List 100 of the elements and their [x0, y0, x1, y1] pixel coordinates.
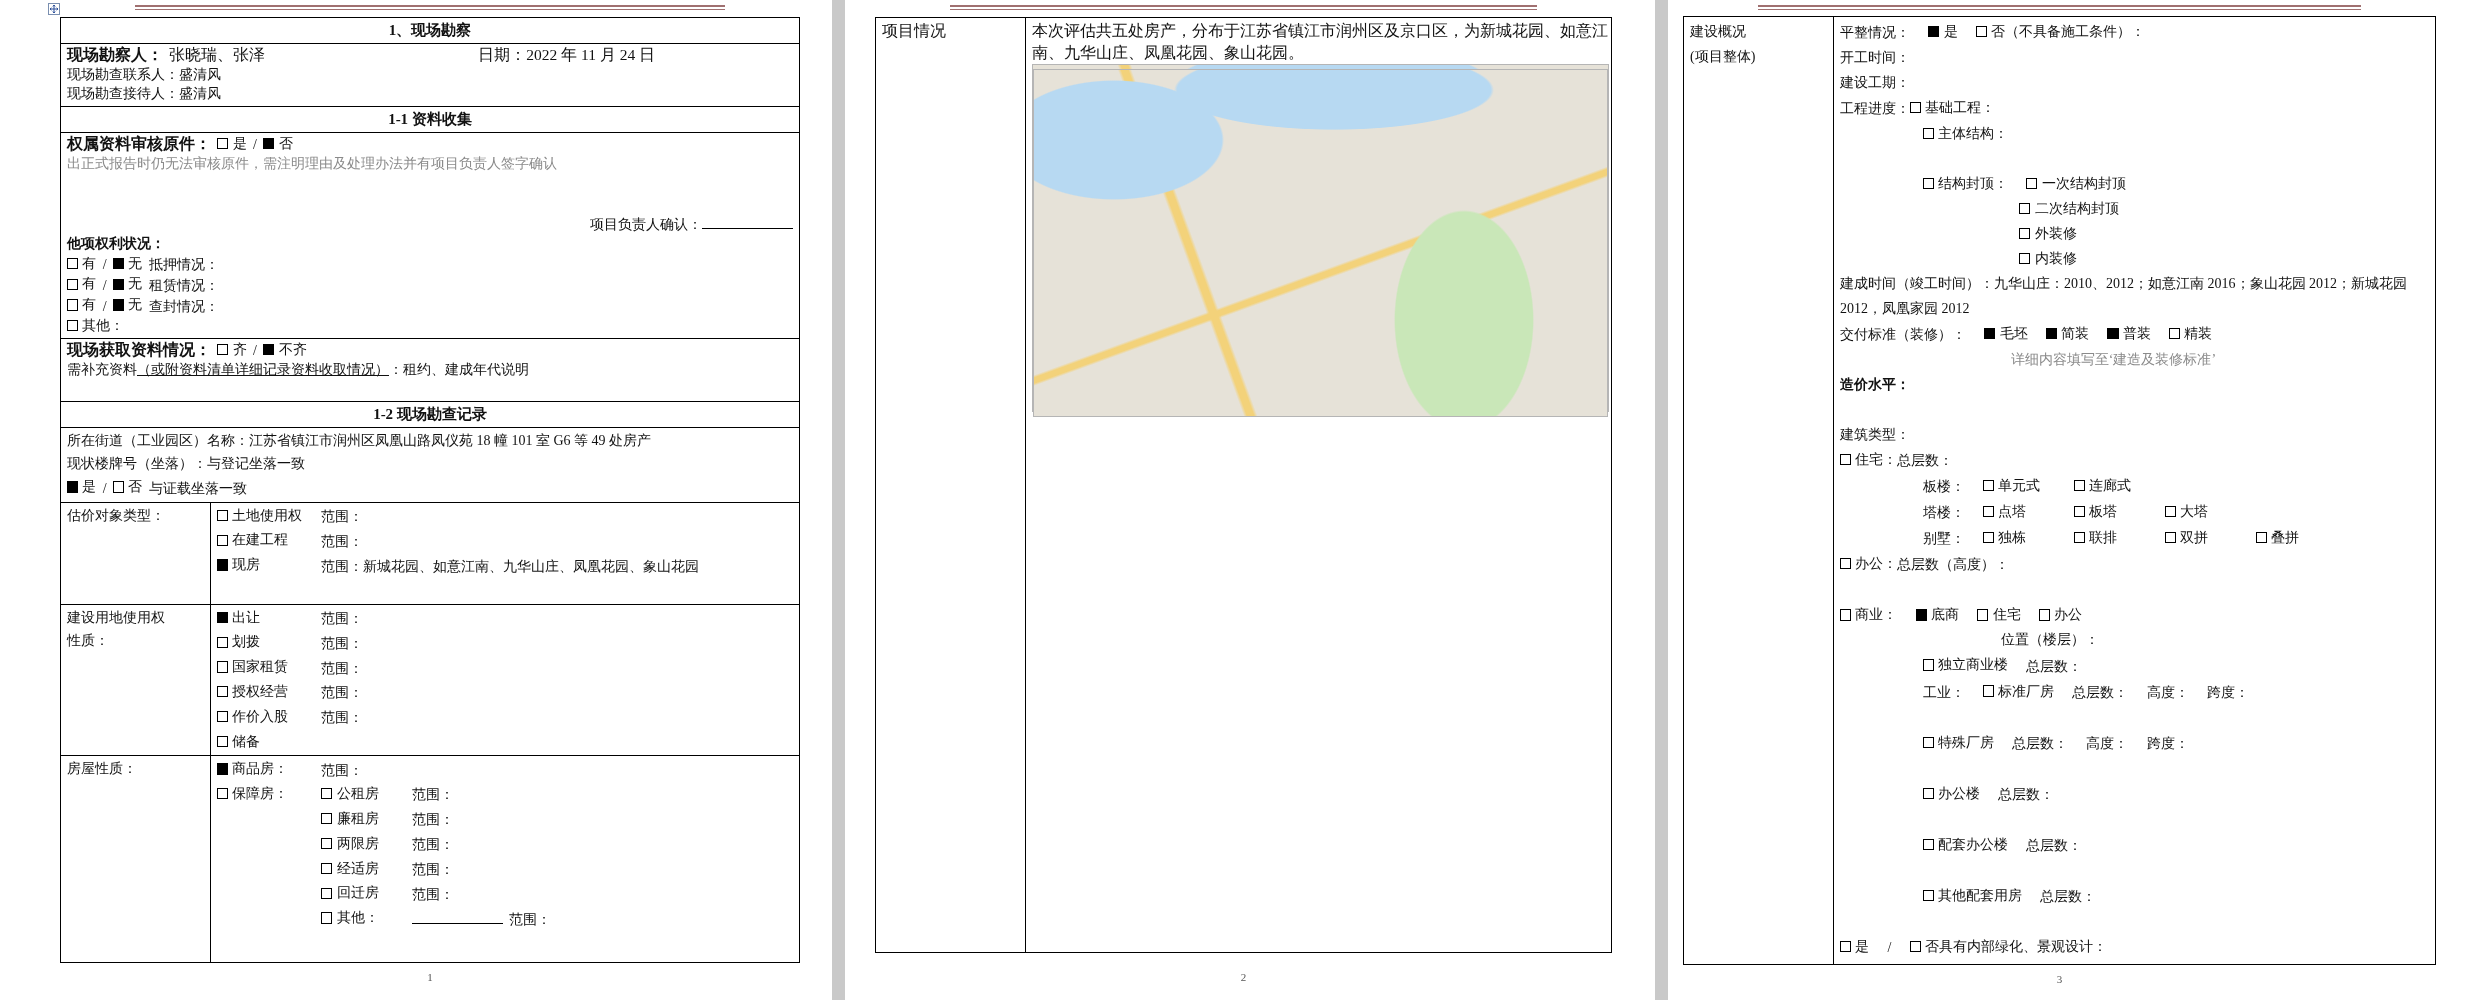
- checkbox[interactable]: 廉租房: [321, 806, 406, 831]
- checkbox[interactable]: 联排: [2073, 525, 2147, 551]
- checkbox[interactable]: 毛坯: [1984, 320, 2028, 346]
- checkbox[interactable]: 双拼: [2164, 525, 2238, 551]
- field-label: 权属资料审核原件：: [67, 133, 211, 154]
- form-text: /: [102, 297, 107, 316]
- checkbox[interactable]: 回迁房: [321, 881, 406, 905]
- form-text: 所在街道（工业园区）名称：江苏省镇江市润州区凤凰山路凤仪苑 18 幢 101 室 G6 等 49 处房产: [67, 432, 652, 451]
- checkbox[interactable]: 出让: [217, 605, 315, 630]
- checkbox[interactable]: 无: [112, 253, 143, 274]
- form-text: 总层数：: [1998, 785, 2055, 804]
- checkbox[interactable]: 办公：: [1840, 551, 1898, 577]
- checkbox[interactable]: 经适房: [321, 856, 406, 881]
- checkbox[interactable]: 储备: [217, 729, 315, 754]
- checkbox[interactable]: 有: [67, 295, 97, 315]
- checkbox[interactable]: 配套办公楼: [1922, 831, 2008, 857]
- checkbox[interactable]: 不齐: [263, 339, 307, 360]
- section-heading: 1、现场勘察: [387, 21, 473, 40]
- form-text: 范围：: [321, 507, 364, 526]
- checkbox[interactable]: 一次结构封顶: [2026, 170, 2126, 196]
- checkbox[interactable]: 精装: [2168, 320, 2213, 346]
- checkbox[interactable]: 大塔: [2164, 499, 2238, 525]
- checkbox[interactable]: 基础工程：: [1910, 94, 1996, 120]
- form-text: 抵押情况：: [148, 255, 219, 274]
- checkbox[interactable]: 授权经营: [217, 680, 315, 704]
- checkbox[interactable]: 其他：: [67, 316, 125, 336]
- move-handle-icon[interactable]: [48, 3, 60, 15]
- form-text: 跨度：: [2146, 734, 2189, 753]
- form-text: 范围：: [411, 885, 454, 904]
- form-text: 范围：: [411, 786, 454, 805]
- checkbox[interactable]: 无: [112, 295, 143, 315]
- checkbox[interactable]: 有: [67, 274, 97, 294]
- form-text: 工业：: [1922, 683, 1965, 702]
- form-text: 范围：: [411, 836, 454, 855]
- checkbox[interactable]: 否: [263, 133, 293, 153]
- checkbox[interactable]: 内装修: [2019, 245, 2077, 271]
- checkbox[interactable]: 连廊式: [2073, 473, 2147, 499]
- form-text: 建设概况: [1690, 22, 1746, 41]
- checkbox[interactable]: 否（不具备施工条件）：: [1975, 18, 2146, 44]
- checkbox[interactable]: 国家租赁: [217, 655, 315, 679]
- checkbox[interactable]: 叠拼: [2255, 525, 2329, 551]
- checkbox[interactable]: 住宅: [1977, 602, 2021, 628]
- form-text: 范围：: [321, 659, 364, 678]
- checkbox[interactable]: 其他配套用房: [1922, 882, 2022, 908]
- form-text: 交付标准（装修）：: [1840, 326, 1966, 344]
- checkbox[interactable]: 是: [67, 475, 97, 499]
- checkbox[interactable]: 保障房：: [217, 782, 315, 806]
- checkbox[interactable]: 土地使用权: [217, 503, 315, 527]
- checkbox[interactable]: 商业：: [1840, 602, 1898, 628]
- checkbox[interactable]: 划拨: [217, 630, 315, 654]
- checkbox[interactable]: 是: [217, 133, 247, 153]
- checkbox[interactable]: 齐: [217, 339, 247, 360]
- checkbox[interactable]: 结构封顶：: [1922, 170, 2008, 196]
- checkbox[interactable]: 在建工程: [217, 528, 315, 552]
- form-text: 范围：: [321, 609, 364, 628]
- form-text: 高度：: [2086, 734, 2129, 753]
- form-text: 范围：: [321, 709, 364, 728]
- checkbox[interactable]: 二次结构封顶: [2019, 195, 2119, 221]
- checkbox[interactable]: 主体结构：: [1922, 120, 2008, 146]
- checkbox[interactable]: 是: [1928, 18, 1958, 44]
- form-text: 房屋性质：: [67, 760, 137, 779]
- checkbox[interactable]: 标准厂房: [1982, 678, 2055, 704]
- checkbox[interactable]: 作价入股: [217, 704, 315, 729]
- checkbox[interactable]: 底商: [1915, 602, 1959, 628]
- checkbox[interactable]: 办公楼: [1922, 780, 1980, 806]
- checkbox[interactable]: 点塔: [1982, 499, 2056, 525]
- checkbox[interactable]: 独立商业楼: [1922, 652, 2008, 678]
- checkbox[interactable]: 否: [112, 475, 143, 499]
- form-text: 范围：新城花园、如意江南、九华山庄、凤凰花园、象山花园: [321, 557, 700, 576]
- checkbox[interactable]: 公租房: [321, 782, 406, 806]
- checkbox[interactable]: 有: [67, 253, 97, 274]
- hint-text: 出正式报告时仍无法审核原件，需注明理由及处理办法并有项目负责人签字确认: [67, 155, 557, 174]
- checkbox[interactable]: 普装: [2107, 320, 2151, 346]
- checkbox[interactable]: 板塔: [2073, 499, 2147, 525]
- checkbox[interactable]: 否具有内部绿化、景观设计：: [1909, 934, 2107, 960]
- form-text: 范围：: [321, 684, 364, 703]
- checkbox[interactable]: 其他：: [321, 906, 406, 930]
- checkbox[interactable]: 办公: [2038, 602, 2083, 628]
- checkbox[interactable]: 是: [1840, 934, 1870, 960]
- page-number: 1: [427, 971, 433, 983]
- form-text: 塔楼：: [1922, 504, 1965, 523]
- form-text: ：租约、建成年代说明: [389, 361, 529, 380]
- checkbox[interactable]: 两限房: [321, 831, 406, 856]
- form-text: 现场勘查联系人：盛清风: [67, 65, 221, 84]
- form-text: 与证载坐落一致: [148, 479, 247, 498]
- checkbox[interactable]: 特殊厂房: [1922, 729, 1994, 755]
- form-text: 平整情况：: [1840, 23, 1910, 42]
- form-text: 需补充资料: [67, 361, 137, 380]
- field-label: 造价水平：: [1840, 376, 1910, 394]
- checkbox[interactable]: 外装修: [2019, 220, 2077, 246]
- checkbox[interactable]: 单元式: [1982, 473, 2056, 499]
- checkbox[interactable]: 现房: [217, 553, 315, 577]
- checkbox[interactable]: 简装: [2045, 320, 2090, 346]
- form-text: /: [1887, 939, 1892, 958]
- checkbox[interactable]: 商品房：: [217, 757, 315, 781]
- checkbox[interactable]: 无: [112, 274, 143, 294]
- form-text: 高度：: [2146, 683, 2189, 702]
- checkbox[interactable]: 住宅：: [1840, 447, 1898, 472]
- form-text: 总层数：: [2040, 888, 2097, 907]
- checkbox[interactable]: 独栋: [1982, 525, 2056, 551]
